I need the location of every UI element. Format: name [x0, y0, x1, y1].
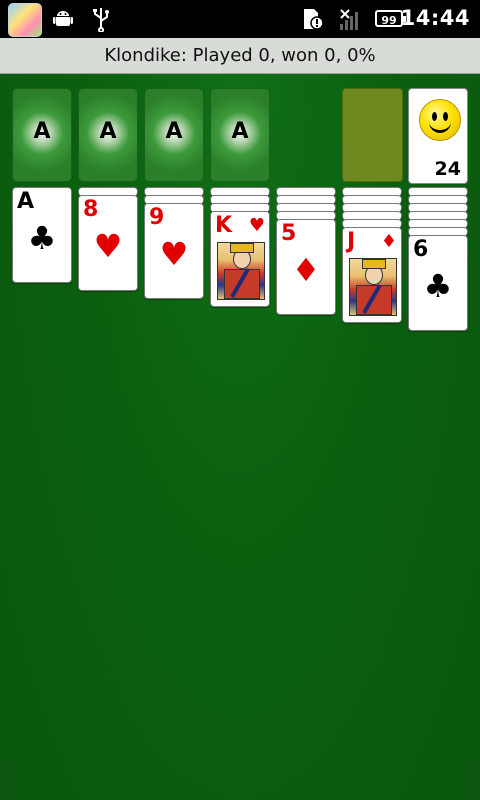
tableau-card-4[interactable]: K ♥: [210, 211, 270, 307]
sd-card-alert-icon: [300, 5, 326, 33]
foundation-pile-3[interactable]: A: [144, 88, 204, 182]
card-suit-icon: ♦: [291, 251, 321, 289]
foundation-label: A: [99, 119, 117, 144]
smiley-icon: [419, 99, 461, 141]
tableau-card-5[interactable]: 5 ♦: [276, 219, 336, 315]
card-suit-icon: ♦: [380, 231, 397, 252]
card-suit-icon: ♥: [159, 235, 189, 273]
card-rank: J: [347, 229, 356, 254]
card-rank: A: [17, 189, 35, 214]
stock-count: 24: [434, 158, 461, 180]
tableau-card-7[interactable]: 6 ♣: [408, 235, 468, 331]
game-table[interactable]: A A A A 24 A ♣ 8 ♥ 9 ♥ K ♥ 5 ♦ J ♦ 6 ♣: [0, 74, 480, 800]
card-rank: 8: [83, 197, 99, 222]
foundation-label: A: [165, 119, 183, 144]
court-figure-icon: [349, 258, 397, 316]
android-icon: [50, 5, 76, 33]
foundation-pile-2[interactable]: A: [78, 88, 138, 182]
card-suit-icon: ♣: [27, 219, 57, 257]
foundation-label: A: [231, 119, 249, 144]
card-suit-icon: ♣: [423, 267, 453, 305]
card-rank: 6: [413, 237, 429, 262]
tableau-card-1[interactable]: A ♣: [12, 187, 72, 283]
tableau-card-2[interactable]: 8 ♥: [78, 195, 138, 291]
waste-pile[interactable]: [342, 88, 403, 182]
card-suit-icon: ♥: [93, 227, 123, 265]
card-suit-icon: ♥: [248, 215, 265, 236]
foundation-pile-1[interactable]: A: [12, 88, 72, 182]
stock-pile[interactable]: 24: [408, 88, 468, 184]
no-signal-icon: [337, 5, 363, 33]
status-bar: 99 14:44: [0, 0, 480, 38]
card-rank: K: [215, 213, 233, 238]
card-rank: 5: [281, 221, 297, 246]
tableau-card-6[interactable]: J ♦: [342, 227, 402, 323]
usb-icon: [88, 5, 114, 33]
foundation-pile-4[interactable]: A: [210, 88, 270, 182]
foundation-label: A: [33, 119, 51, 144]
game-stats-header: Klondike: Played 0, won 0, 0%: [0, 38, 480, 74]
clock: 14:44: [400, 6, 470, 30]
tableau-card-3[interactable]: 9 ♥: [144, 203, 204, 299]
app-store-icon: [8, 3, 42, 37]
court-figure-icon: [217, 242, 265, 300]
battery-icon: 99: [375, 10, 406, 27]
card-rank: 9: [149, 205, 165, 230]
